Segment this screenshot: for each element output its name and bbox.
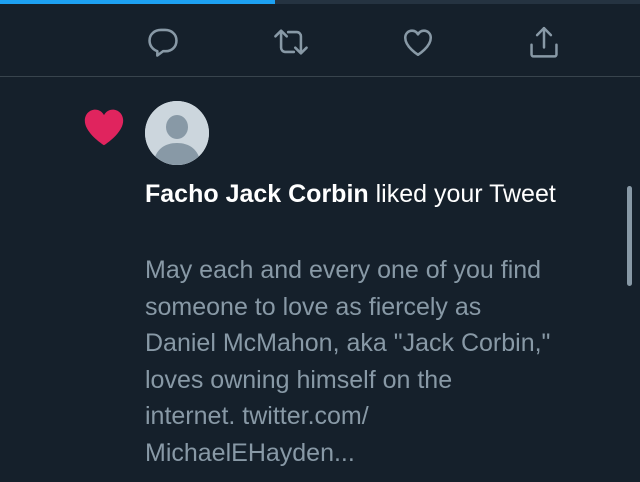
tweet-line: someone to love as fiercely as — [145, 292, 482, 321]
avatar[interactable] — [145, 101, 209, 165]
scrollbar[interactable] — [627, 186, 632, 286]
reply-icon — [148, 28, 178, 57]
like-button[interactable] — [398, 22, 438, 62]
retweet-icon — [274, 29, 308, 55]
tweet-line: loves owning himself on the — [145, 365, 453, 394]
retweet-button[interactable] — [271, 22, 311, 62]
tweet-line: Daniel McMahon, aka "Jack Corbin," — [145, 329, 551, 357]
default-avatar-icon — [145, 101, 209, 165]
like-icon — [403, 29, 433, 57]
tweet-preview[interactable]: May each and every one of you find someo… — [145, 252, 615, 471]
reply-button[interactable] — [143, 22, 183, 62]
notification-action: liked your Tweet — [368, 180, 556, 208]
tweet-line: May each and every one of you find — [145, 256, 542, 284]
tweet-line: internet. twitter.com/ — [145, 402, 369, 430]
tweet-action-bar — [0, 4, 640, 76]
heart-icon — [82, 106, 126, 148]
share-button[interactable] — [524, 22, 564, 62]
tweet-line: MichaelEHayden... — [145, 438, 355, 467]
share-icon — [530, 26, 558, 58]
divider — [0, 76, 640, 77]
user-name[interactable]: Facho Jack Corbin — [145, 180, 369, 208]
notification-screen: Facho Jack Corbin liked your Tweet May e… — [0, 0, 640, 482]
notification-text: Facho Jack Corbin liked your Tweet — [145, 176, 615, 212]
